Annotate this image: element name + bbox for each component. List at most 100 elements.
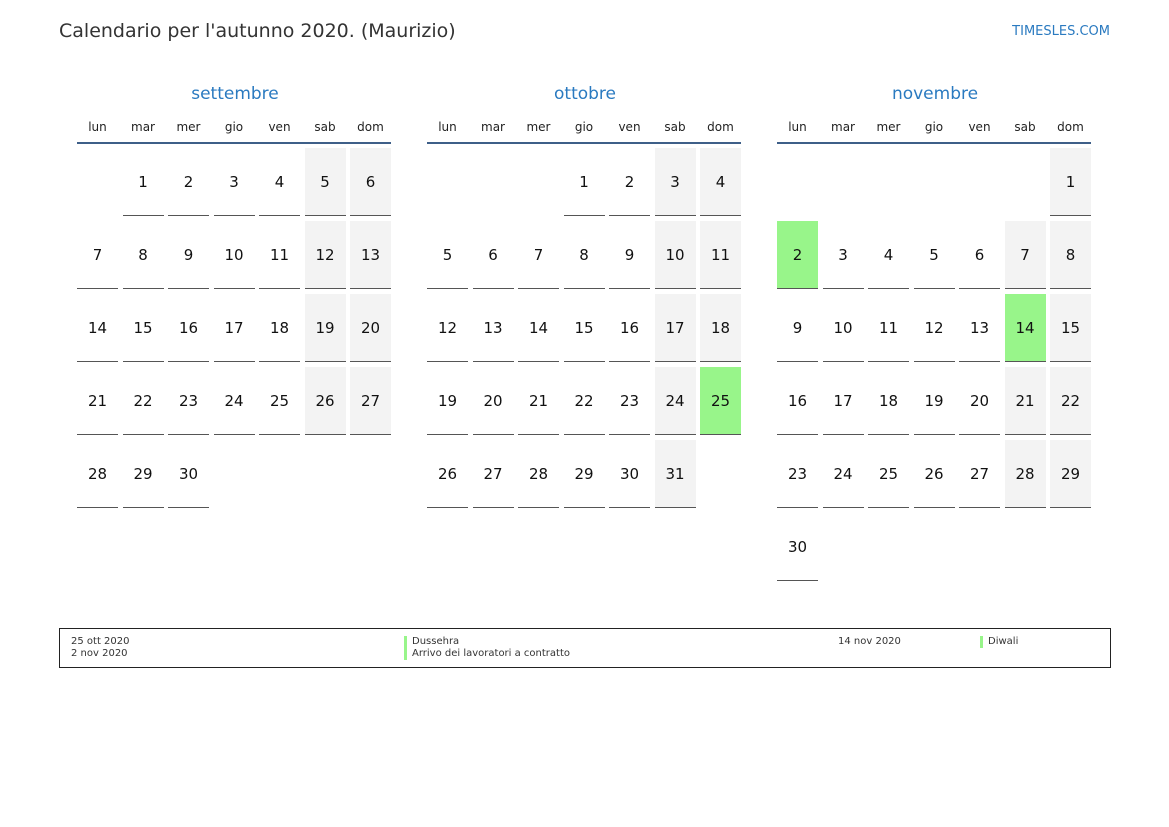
day-cell: 15	[123, 294, 164, 362]
day-cell: 9	[777, 294, 818, 362]
header-divider	[77, 142, 391, 144]
day-cell: 3	[655, 148, 696, 216]
weekday-label: mar	[473, 120, 514, 134]
day-cell: 16	[609, 294, 650, 362]
day-cell: 12	[427, 294, 468, 362]
day-cell: 28	[518, 440, 559, 508]
day-cell: 17	[823, 367, 864, 435]
month-ottobre: ottobrelunmarmergiovensabdom123456789101…	[427, 84, 743, 106]
holiday-day-cell: 2	[777, 221, 818, 289]
day-cell: 7	[1005, 221, 1046, 289]
day-cell: 27	[959, 440, 1000, 508]
day-cell: 23	[609, 367, 650, 435]
holiday-day-cell: 14	[1005, 294, 1046, 362]
legend-holiday: Arrivo dei lavoratori a contratto	[404, 648, 570, 660]
day-cell: 21	[1005, 367, 1046, 435]
day-cell: 23	[168, 367, 209, 435]
day-cell: 27	[350, 367, 391, 435]
holiday-day-cell: 25	[700, 367, 741, 435]
day-cell: 26	[427, 440, 468, 508]
brand-link[interactable]: TIMESLES.COM	[1012, 24, 1110, 39]
day-cell: 5	[305, 148, 346, 216]
day-cell: 16	[777, 367, 818, 435]
day-cell: 30	[609, 440, 650, 508]
day-cell: 1	[123, 148, 164, 216]
day-cell: 3	[823, 221, 864, 289]
weekday-label: mar	[823, 120, 864, 134]
weekday-label: mer	[168, 120, 209, 134]
weekday-label: lun	[427, 120, 468, 134]
day-cell: 10	[823, 294, 864, 362]
day-cell: 3	[214, 148, 255, 216]
day-cell: 14	[77, 294, 118, 362]
day-cell: 16	[168, 294, 209, 362]
day-cell: 10	[214, 221, 255, 289]
weekday-header: lunmarmergiovensabdom	[427, 120, 743, 138]
calendar-page: Calendario per l'autunno 2020. (Maurizio…	[0, 0, 1169, 827]
day-cell: 24	[214, 367, 255, 435]
day-cell: 1	[1050, 148, 1091, 216]
legend-date: 14 nov 2020	[838, 636, 901, 648]
day-cell: 11	[259, 221, 300, 289]
weekday-label: ven	[609, 120, 650, 134]
day-cell: 15	[1050, 294, 1091, 362]
day-cell: 7	[77, 221, 118, 289]
weekday-label: dom	[1050, 120, 1091, 134]
weekday-label: gio	[564, 120, 605, 134]
day-cell: 29	[1050, 440, 1091, 508]
day-cell: 5	[427, 221, 468, 289]
day-cell: 20	[959, 367, 1000, 435]
weekday-label: gio	[914, 120, 955, 134]
day-cell: 22	[1050, 367, 1091, 435]
weekday-label: dom	[350, 120, 391, 134]
day-cell: 17	[655, 294, 696, 362]
day-cell: 11	[700, 221, 741, 289]
day-cell: 4	[868, 221, 909, 289]
day-cell: 10	[655, 221, 696, 289]
day-cell: 5	[914, 221, 955, 289]
month-novembre: novembrelunmarmergiovensabdom12345678910…	[777, 84, 1093, 106]
day-cell: 13	[959, 294, 1000, 362]
weekday-label: gio	[214, 120, 255, 134]
day-cell: 21	[518, 367, 559, 435]
day-cell: 19	[914, 367, 955, 435]
header-divider	[777, 142, 1091, 144]
day-cell: 11	[868, 294, 909, 362]
day-cell: 17	[214, 294, 255, 362]
weekday-label: sab	[1005, 120, 1046, 134]
day-cell: 19	[305, 294, 346, 362]
weekday-label: sab	[655, 120, 696, 134]
day-cell: 22	[564, 367, 605, 435]
day-cell: 23	[777, 440, 818, 508]
day-cell: 2	[609, 148, 650, 216]
day-cell: 29	[564, 440, 605, 508]
day-cell: 1	[564, 148, 605, 216]
day-cell: 21	[77, 367, 118, 435]
day-cell: 19	[427, 367, 468, 435]
day-cell: 26	[914, 440, 955, 508]
day-cell: 30	[168, 440, 209, 508]
legend-date: 25 ott 2020	[71, 636, 130, 648]
day-cell: 6	[959, 221, 1000, 289]
day-cell: 8	[123, 221, 164, 289]
weekday-label: sab	[305, 120, 346, 134]
day-cell: 13	[350, 221, 391, 289]
day-cell: 4	[700, 148, 741, 216]
legend-date: 2 nov 2020	[71, 648, 128, 660]
day-cell: 9	[609, 221, 650, 289]
day-cell: 30	[777, 513, 818, 581]
month-name: ottobre	[427, 84, 743, 106]
page-title: Calendario per l'autunno 2020. (Maurizio…	[59, 20, 456, 42]
month-name: novembre	[777, 84, 1093, 106]
month-settembre: settembrelunmarmergiovensabdom1234567891…	[77, 84, 393, 106]
weekday-label: mer	[868, 120, 909, 134]
month-name: settembre	[77, 84, 393, 106]
day-cell: 29	[123, 440, 164, 508]
day-cell: 12	[305, 221, 346, 289]
day-cell: 18	[700, 294, 741, 362]
weekday-label: lun	[777, 120, 818, 134]
header-divider	[427, 142, 741, 144]
day-cell: 18	[868, 367, 909, 435]
day-cell: 6	[350, 148, 391, 216]
day-cell: 14	[518, 294, 559, 362]
